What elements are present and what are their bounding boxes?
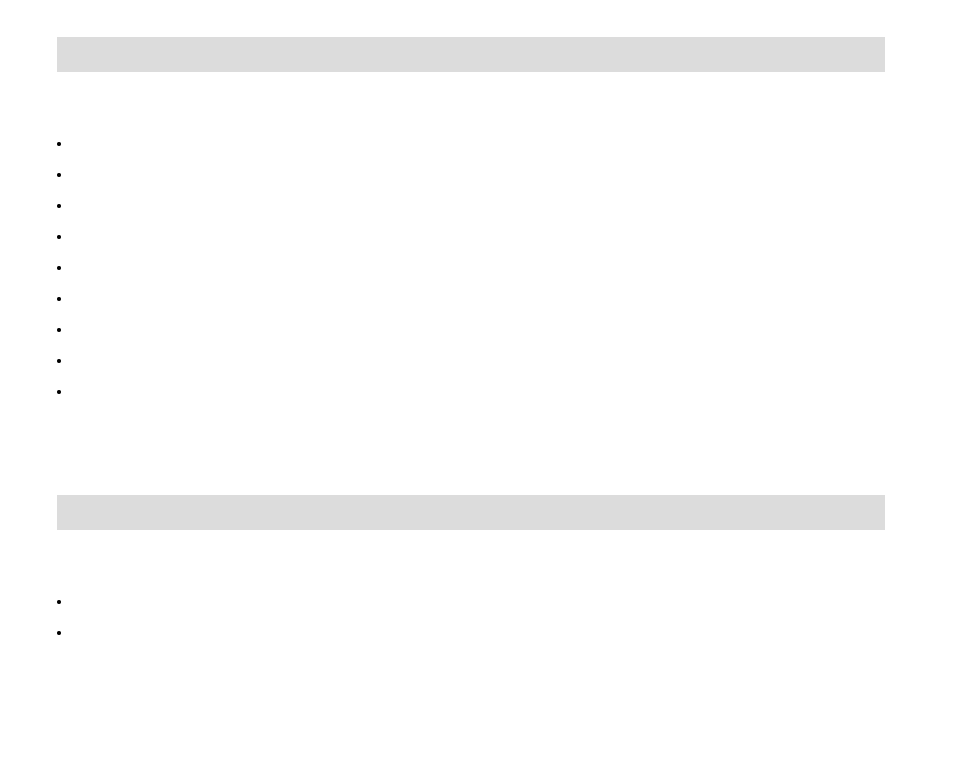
list-item <box>72 229 885 245</box>
list-item <box>72 198 885 214</box>
list-item <box>72 260 885 276</box>
section-header-band-1 <box>57 37 885 72</box>
list-item <box>72 594 885 610</box>
list-item <box>72 384 885 400</box>
list-item <box>72 322 885 338</box>
list-item <box>72 353 885 369</box>
bullet-list-1 <box>57 136 885 400</box>
list-item <box>72 625 885 641</box>
bullet-list-2 <box>57 594 885 641</box>
list-item <box>72 167 885 183</box>
list-item <box>72 136 885 152</box>
section-header-band-2 <box>57 495 885 530</box>
list-item <box>72 291 885 307</box>
